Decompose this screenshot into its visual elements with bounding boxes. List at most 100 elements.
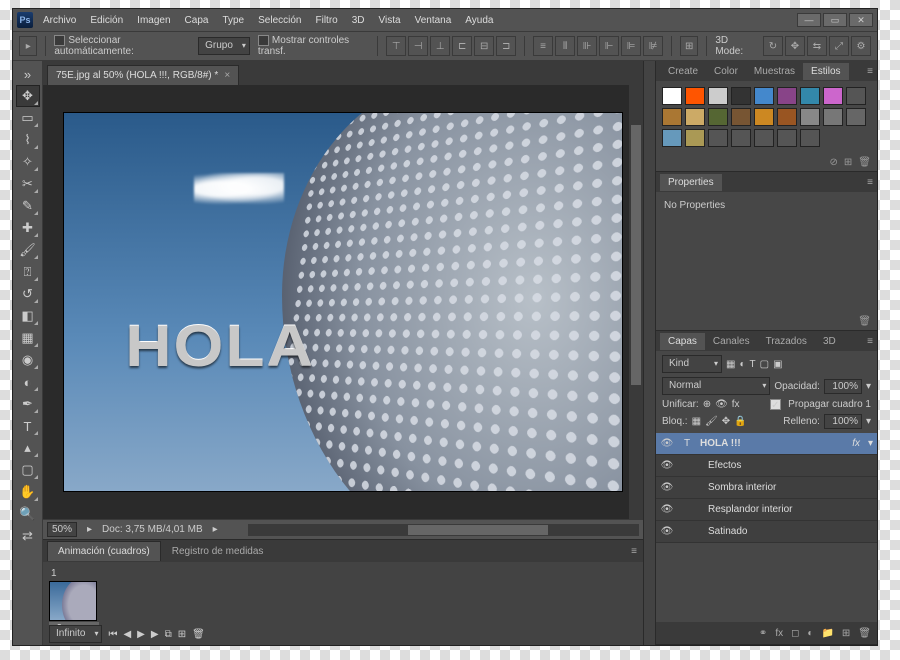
style-swatch[interactable] [846,108,866,126]
visibility-icon[interactable]: 👁 [656,526,678,537]
blend-mode-dropdown[interactable]: Normal [662,377,770,395]
tab-styles[interactable]: Estilos [803,63,848,80]
tween-icon[interactable]: ⧉ [165,629,172,640]
align-bottom-icon[interactable]: ⊥ [430,36,450,56]
lock-pos-icon[interactable]: ✥ [722,416,730,427]
path-select-tool[interactable]: ▴ [16,437,40,459]
move-tool[interactable]: ✥ [16,85,40,107]
align-top-icon[interactable]: ⊤ [386,36,406,56]
gradient-tool[interactable]: ▦ [16,327,40,349]
style-swatch[interactable] [685,108,705,126]
tab-properties[interactable]: Properties [660,174,722,191]
stamp-tool[interactable]: ⍰ [16,261,40,283]
dist-4-icon[interactable]: ⊩ [599,36,619,56]
link-layers-icon[interactable]: ⚭ [759,628,767,639]
dist-2-icon[interactable]: ⫴ [555,36,575,56]
minimize-button[interactable]: — [797,13,821,27]
zoom-tool[interactable]: 🔍 [16,503,40,525]
unify-pos-icon[interactable]: ⊕ [703,399,711,410]
marquee-tool[interactable]: ▭ [16,107,40,129]
style-swatch[interactable] [708,108,728,126]
menu-type[interactable]: Type [222,15,244,26]
next-frame-icon[interactable]: ▶ [151,629,159,640]
new-style-icon[interactable]: ⊞ [844,157,852,168]
adjustment-icon[interactable]: ◐ [807,628,813,639]
tab-3d[interactable]: 3D [815,333,844,350]
panel-toggle-icon[interactable]: » [16,63,40,85]
clear-style-icon[interactable]: ⊘ [830,157,838,168]
effects-row[interactable]: 👁 Efectos [656,455,877,477]
opacity-field[interactable]: 100% [824,379,862,394]
color-swap-icon[interactable]: ⇄ [16,525,40,547]
style-swatch[interactable] [685,129,705,147]
delete-layer-icon[interactable]: 🗑 [858,628,871,639]
menu-capa[interactable]: Capa [185,15,209,26]
tab-color[interactable]: Color [706,63,746,80]
visibility-icon[interactable]: 👁 [656,482,678,493]
style-swatch[interactable] [708,87,728,105]
panel-menu-icon[interactable]: ≡ [867,66,873,77]
h-scroll-thumb[interactable] [408,525,548,535]
mode3d-orbit-icon[interactable]: ↻ [763,36,783,56]
zoom-field[interactable]: 50% [47,522,77,537]
auto-align-icon[interactable]: ⊞ [680,36,698,56]
delete-frame-icon[interactable]: 🗑 [192,629,205,640]
style-swatch[interactable] [662,129,682,147]
style-swatch[interactable] [777,108,797,126]
tab-paths[interactable]: Trazados [758,333,815,350]
tab-animation[interactable]: Animación (cuadros) [47,541,161,561]
dist-1-icon[interactable]: ≡ [533,36,553,56]
rewind-icon[interactable]: ⏮ [108,629,117,640]
panel-menu-icon[interactable]: ≡ [625,546,643,557]
horizontal-scrollbar[interactable] [248,524,639,536]
hola-text-layer[interactable]: HOLA [125,313,315,380]
style-swatch[interactable] [685,87,705,105]
dodge-tool[interactable]: ◐ [16,371,40,393]
visibility-icon[interactable]: 👁 [656,504,678,515]
style-swatch[interactable] [823,108,843,126]
style-swatch[interactable] [754,87,774,105]
visibility-icon[interactable]: 👁 [656,460,678,471]
layer-thumb-icon[interactable]: T [678,438,696,449]
pen-tool[interactable]: ✒ [16,393,40,415]
menu-vista[interactable]: Vista [379,15,401,26]
style-swatch[interactable] [823,87,843,105]
lasso-tool[interactable]: ⌇ [16,129,40,151]
style-swatch[interactable] [731,87,751,105]
tab-channels[interactable]: Canales [705,333,758,350]
group-icon[interactable]: 📁 [821,628,833,639]
effect-row[interactable]: 👁 Sombra interior [656,477,877,499]
auto-select-dropdown[interactable]: Grupo [198,37,250,55]
crop-tool[interactable]: ✂ [16,173,40,195]
unify-vis-icon[interactable]: 👁 [715,399,728,410]
fx-badge[interactable]: fx [848,438,864,449]
auto-select-checkbox[interactable]: Seleccionar automáticamente: [54,35,190,57]
fx-toggle-icon[interactable]: ▾ [864,438,877,449]
collapse-strip[interactable] [643,61,655,645]
close-tab-icon[interactable]: × [224,70,230,81]
tab-create[interactable]: Create [660,63,706,80]
effect-row[interactable]: 👁 Satinado [656,521,877,543]
menu-filtro[interactable]: Filtro [315,15,337,26]
align-right-icon[interactable]: ⊐ [496,36,516,56]
fill-field[interactable]: 100% [824,414,862,429]
history-brush-tool[interactable]: ↺ [16,283,40,305]
tab-layers[interactable]: Capas [660,333,705,350]
layer-row[interactable]: 👁 T HOLA !!! fx ▾ [656,433,877,455]
align-hcenter-icon[interactable]: ⊟ [474,36,494,56]
move-tool-icon[interactable]: ▸ [19,36,37,56]
style-swatch[interactable] [754,129,774,147]
filter-smart-icon[interactable]: ▣ [773,359,782,370]
delete-style-icon[interactable]: 🗑 [858,157,871,168]
frame-thumbnail[interactable] [49,581,97,621]
delete-icon[interactable]: 🗑 [858,316,871,327]
style-swatch[interactable] [800,87,820,105]
menu-seleccion[interactable]: Selección [258,15,301,26]
mode3d-pan-icon[interactable]: ✥ [785,36,805,56]
mode3d-gear-icon[interactable]: ⚙ [851,36,871,56]
style-swatch[interactable] [662,108,682,126]
visibility-icon[interactable]: 👁 [656,438,678,449]
close-button[interactable]: ✕ [849,13,873,27]
mode3d-slide-icon[interactable]: ⇆ [807,36,827,56]
style-swatch[interactable] [800,108,820,126]
